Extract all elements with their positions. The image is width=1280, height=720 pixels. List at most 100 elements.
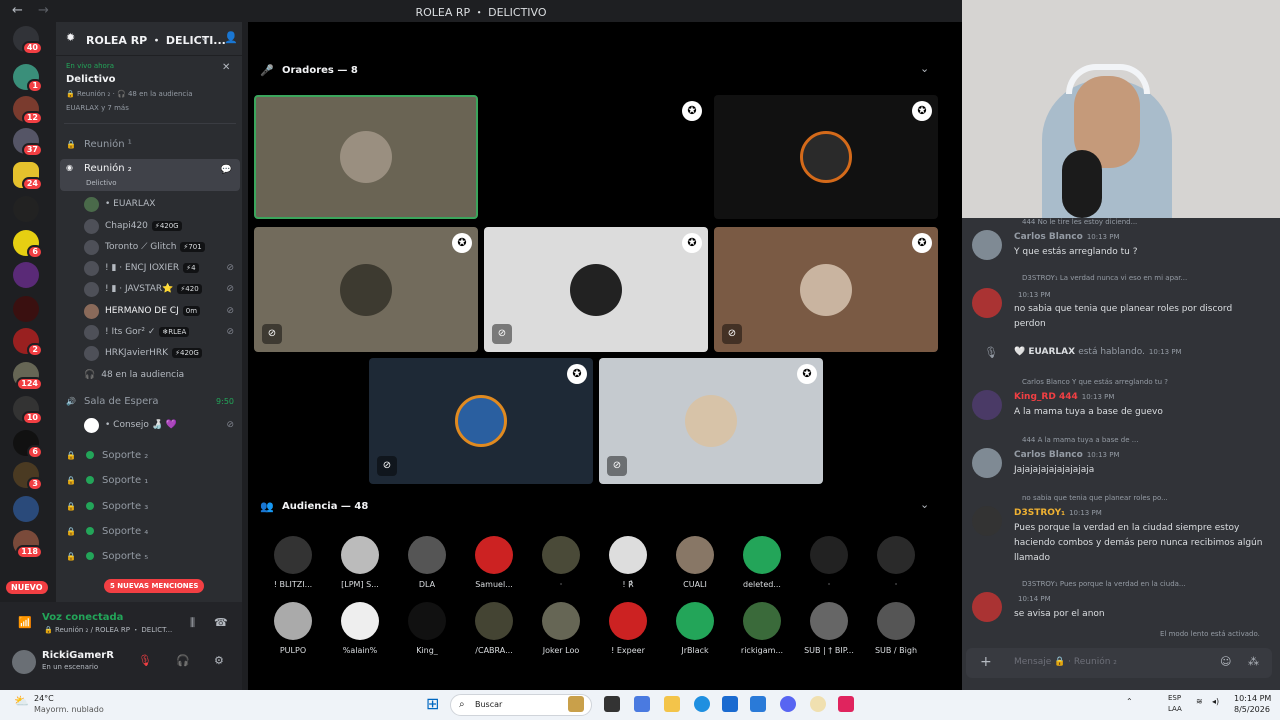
voice-channel[interactable]: 🔒 Reunión ₂ / ROLEA RP ・ DELICT... <box>44 625 172 635</box>
message-author[interactable]: Carlos Blanco 10:13 PM <box>1014 232 1120 242</box>
voice-member[interactable]: HRKJavierHRK ⚡420G <box>84 343 240 363</box>
voice-member[interactable]: ! ▮ · ENCJ IOXIER ⚡4 ⊘ <box>84 258 240 278</box>
voice-member[interactable]: HERMANO DE CJ 0m ⊘ <box>84 301 240 321</box>
add-member-icon[interactable]: 👤 <box>224 31 238 44</box>
audience-member[interactable]: JrBlack <box>662 602 728 662</box>
chat-bubble-icon[interactable]: 💬 <box>221 165 232 175</box>
voice-status[interactable]: Voz conectada <box>42 612 123 623</box>
language-indicator[interactable]: ESP <box>1168 694 1181 702</box>
avatar[interactable] <box>972 506 1002 536</box>
tiktok-icon[interactable] <box>838 696 854 712</box>
speaker-tile[interactable] <box>254 95 478 219</box>
speaker-tile[interactable]: ✪ <box>484 95 708 219</box>
server-icon[interactable]: 2 <box>13 328 43 357</box>
new-unreads-pill[interactable]: NUEVO <box>6 581 48 594</box>
outlook-icon[interactable] <box>750 696 766 712</box>
headphones-icon[interactable]: 🎧 <box>176 654 190 667</box>
audience-count[interactable]: 🎧 48 en la audiencia <box>84 365 240 385</box>
chevron-down-icon[interactable]: ⌄ <box>920 498 929 511</box>
voice-member[interactable]: • EUARLAX <box>84 194 240 214</box>
clock-time[interactable]: 10:14 PM <box>1234 694 1271 703</box>
server-icon[interactable]: 6 <box>13 430 43 459</box>
live-stage-card[interactable]: En vivo ahora Delictivo 🔒 Reunión ₂ · 🎧 … <box>64 62 236 124</box>
audience-member[interactable]: · <box>528 536 594 596</box>
server-icon[interactable]: 3 <box>13 462 43 491</box>
audience-member[interactable]: ! BLITZI... <box>260 536 326 596</box>
speaker-tile[interactable]: ✪ ⊘ <box>254 227 478 352</box>
audience-member[interactable]: rickigam... <box>729 602 795 662</box>
dm-home-button[interactable]: 40 <box>13 26 43 55</box>
avatar[interactable] <box>972 390 1002 420</box>
chevron-down-icon[interactable]: ⌄ <box>920 62 929 75</box>
settings-gear-icon[interactable]: ⚙ <box>214 654 224 667</box>
wifi-icon[interactable]: ≋ <box>1196 697 1203 706</box>
new-mentions-pill[interactable]: 5 NUEVAS MENCIONES <box>104 579 205 593</box>
audience-member[interactable]: Joker Loo <box>528 602 594 662</box>
avatar[interactable] <box>972 230 1002 260</box>
reply-preview[interactable]: D3STROY₁ Pues porque la verdad en la ciu… <box>1022 580 1186 588</box>
server-icon[interactable]: 118 <box>13 530 43 559</box>
channel-soporte[interactable]: 🔒 Soporte ₄ <box>60 520 240 542</box>
message-author[interactable]: D3STROY₁ 10:13 PM <box>1014 508 1102 518</box>
audience-member[interactable]: ! Expeer <box>595 602 661 662</box>
avatar[interactable] <box>972 592 1002 622</box>
audience-member[interactable]: DLA <box>394 536 460 596</box>
voice-member[interactable]: ! Its Gor² ✓ ❄RLEA ⊘ <box>84 322 240 342</box>
audience-member[interactable]: Samuel... <box>461 536 527 596</box>
weather-desc[interactable]: Mayorm. nublado <box>34 705 104 714</box>
server-icon[interactable] <box>13 196 39 222</box>
reply-preview[interactable]: D3STROY₁ La verdad nunca vi eso en mi ap… <box>1022 274 1187 282</box>
chat-message[interactable]: 444 No le tire les estoy diciend... Carl… <box>972 218 1272 268</box>
channel-reunion-1[interactable]: 🔒 Reunión ¹ <box>60 133 240 155</box>
chat-message[interactable]: D3STROY₁ Pues porque la verdad en la ciu… <box>972 580 1272 630</box>
store-icon[interactable] <box>722 696 738 712</box>
reply-preview[interactable]: 444 A la mama tuya a base de ... <box>1022 436 1138 444</box>
speaker-tile[interactable]: ✪ ⊘ <box>714 227 938 352</box>
speaker-tile[interactable]: ✪ ⊘ <box>484 227 708 352</box>
reply-preview[interactable]: no sabia que tenia que planear roles po.… <box>1022 494 1168 502</box>
weather-temp[interactable]: 24°C <box>34 694 54 703</box>
audience-member[interactable]: · <box>863 536 929 596</box>
discord-icon[interactable] <box>780 696 796 712</box>
audience-member[interactable]: CUALI <box>662 536 728 596</box>
server-icon[interactable] <box>13 296 39 322</box>
audience-member[interactable]: PULPO <box>260 602 326 662</box>
audience-member[interactable]: · <box>796 536 862 596</box>
server-icon[interactable]: 12 <box>13 96 43 125</box>
audience-member[interactable]: ! ℟ <box>595 536 661 596</box>
taskbar-app-icon[interactable] <box>634 696 650 712</box>
chevron-down-icon[interactable]: ⌄ <box>200 31 209 44</box>
audience-member[interactable]: SUB / Bigh <box>863 602 929 662</box>
channel-sala-de-espera[interactable]: 🔊 Sala de Espera 9:50 <box>60 390 240 412</box>
file-explorer-icon[interactable] <box>664 696 680 712</box>
add-attachment-icon[interactable]: + <box>980 654 992 670</box>
server-icon[interactable] <box>13 262 39 288</box>
speaker-tile[interactable]: ✪ ⊘ <box>369 358 593 484</box>
voice-member[interactable]: Toronto ⟋ Glitch ⚡701 <box>84 237 240 257</box>
disconnect-icon[interactable]: ☎ <box>214 616 228 629</box>
apps-icon[interactable]: ⁂ <box>1248 655 1259 668</box>
message-input[interactable]: + Mensaje 🔒 · Reunión ₂ ☺ ⁂ <box>966 648 1272 678</box>
audience-member[interactable]: %alain% <box>327 602 393 662</box>
channel-soporte[interactable]: 🔒 Soporte ₂ <box>60 444 240 466</box>
audience-member[interactable]: deleted... <box>729 536 795 596</box>
message-author[interactable]: 10:14 PM <box>1014 594 1051 604</box>
message-author[interactable]: King_RD 444 10:13 PM <box>1014 392 1114 402</box>
server-header[interactable]: ✹ ROLEA RP ・ DELICTI... ⌄ 👤 <box>56 22 242 56</box>
server-icon[interactable]: 24 <box>13 162 43 191</box>
avatar[interactable] <box>972 448 1002 478</box>
chevron-up-icon[interactable]: ⌃ <box>1126 697 1133 706</box>
speaker-tile[interactable]: ✪ <box>714 95 938 219</box>
message-author[interactable]: 10:13 PM <box>1014 290 1051 300</box>
chat-message[interactable]: no sabia que tenia que planear roles po.… <box>972 494 1272 574</box>
speaker-tile[interactable]: ✪ ⊘ <box>599 358 823 484</box>
channel-reunion-2[interactable]: ◉ Reunión ₂ Delictivo 💬 <box>60 159 240 191</box>
message-author[interactable]: 🤍 EUARLAX está hablando. 10:13 PM <box>1014 347 1182 357</box>
windows-start-icon[interactable]: ⊞ <box>426 694 439 713</box>
noise-suppression-icon[interactable]: ⫼ <box>190 616 195 630</box>
server-icon[interactable]: 1 <box>13 64 43 93</box>
volume-icon[interactable]: ◂) <box>1212 697 1219 706</box>
voice-member[interactable]: ! ▮ · JAVSTAR⭐ ⚡420 ⊘ <box>84 279 240 299</box>
close-icon[interactable]: ✕ <box>222 62 230 73</box>
chat-message[interactable]: D3STROY₁ La verdad nunca vi eso en mi ap… <box>972 274 1272 334</box>
